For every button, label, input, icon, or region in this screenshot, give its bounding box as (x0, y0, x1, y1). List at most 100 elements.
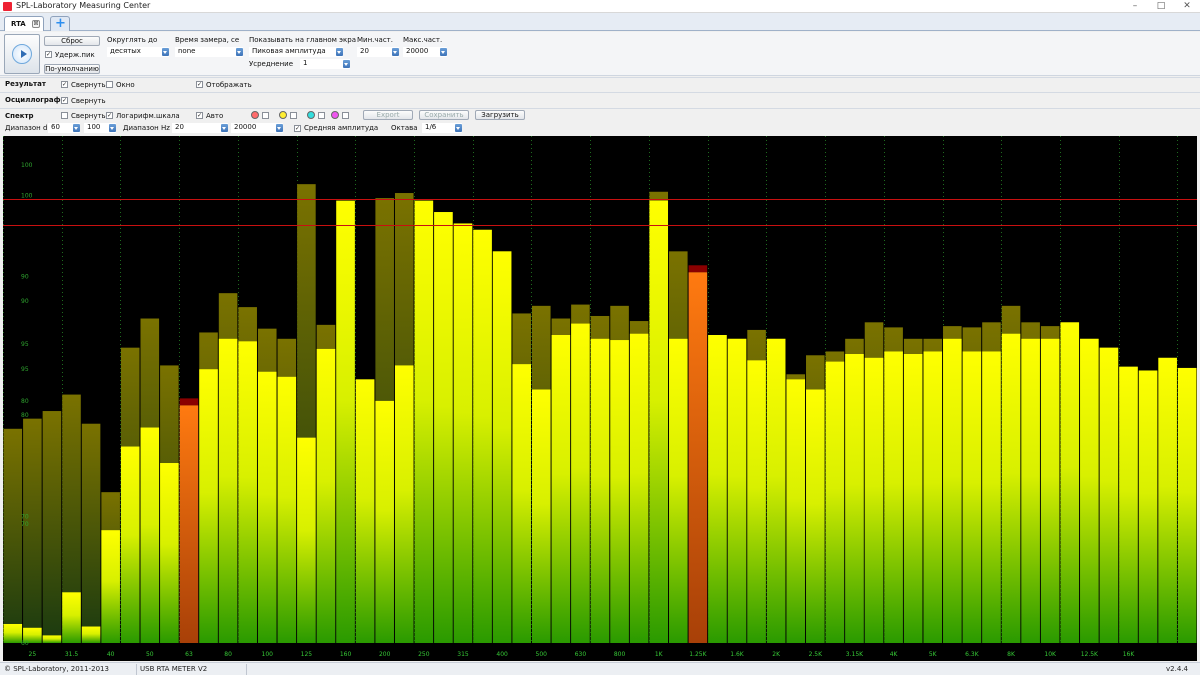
spectrum-bar (375, 400, 394, 643)
defaults-button[interactable]: По-умолчанию (44, 64, 100, 74)
result-window-label: Окно (116, 81, 135, 89)
spectrum-bar (218, 338, 238, 643)
hz-range-label: Диапазон Hz (123, 124, 170, 132)
add-tab-button[interactable]: + (50, 16, 70, 31)
color-yellow-checkbox[interactable] (290, 112, 297, 119)
x-tick-label: 50 (146, 651, 154, 658)
x-tick-label: 8K (1007, 651, 1016, 658)
spectrum-bar (943, 338, 962, 643)
round-select[interactable]: десятых (107, 47, 169, 57)
spectrum-bar (531, 389, 551, 643)
max-freq-label: Макс.част. (403, 36, 443, 44)
round-label: Округлять до (107, 36, 158, 44)
spectrum-bar (3, 623, 23, 643)
color-swatch-cyan[interactable] (307, 111, 315, 119)
x-tick-label: 6.3K (965, 651, 980, 658)
plus-icon: + (55, 16, 66, 31)
averaging-value: 1 (303, 59, 308, 67)
result-collapse-checkbox[interactable]: ✓ (61, 81, 68, 88)
color-swatch-magenta[interactable] (331, 111, 339, 119)
x-tick-label: 315 (457, 651, 469, 658)
avg-amplitude-checkbox[interactable]: ✓ (294, 125, 301, 132)
y-tick-label: 60 (21, 640, 29, 647)
x-tick-label: 12.5K (1081, 651, 1099, 658)
tab-rta[interactable]: RTA ⊠ (4, 16, 44, 31)
auto-checkbox[interactable]: ✓ (196, 112, 203, 119)
hold-peak-checkbox[interactable]: ✓ (45, 51, 52, 58)
max-freq-select[interactable]: 20000 (403, 47, 447, 57)
db-range-label: Диапазон dB (5, 124, 53, 132)
peak-bar (81, 423, 101, 643)
spectrum-bar (1080, 338, 1099, 643)
spectrum-bar (551, 334, 571, 643)
x-tick-label: 100 (262, 651, 274, 658)
spectrum-bar (727, 338, 747, 643)
spectrum-chart[interactable]: 100 100 90 90 95 95 80 80 70 70 60 25 31.5 40 50 63 80 10… (3, 136, 1197, 661)
x-tick-label: 800 (614, 651, 626, 658)
db-max-select[interactable]: 100 (84, 123, 116, 133)
y-tick-label: 100 (21, 193, 33, 200)
log-scale-checkbox[interactable]: ✓ (106, 112, 113, 119)
chevron-down-icon (276, 124, 283, 132)
reset-button[interactable]: Сброс (44, 36, 100, 46)
octave-value: 1/6 (425, 123, 437, 131)
show-label: Показывать на главном экра (249, 36, 356, 44)
device-name: USB RTA METER V2 (140, 665, 208, 673)
chevron-down-icon (162, 48, 169, 56)
close-tab-icon[interactable]: ⊠ (32, 20, 40, 28)
color-swatch-yellow[interactable] (279, 111, 287, 119)
result-window-checkbox[interactable] (106, 81, 113, 88)
osc-collapse-checkbox[interactable]: ✓ (61, 97, 68, 104)
time-value: none (178, 47, 196, 55)
db-min-select[interactable]: 60 (48, 123, 80, 133)
app-logo-icon (3, 2, 12, 11)
averaging-select[interactable]: 1 (300, 59, 350, 69)
spectrum-bar (1119, 366, 1138, 643)
x-tick-label: 3.15K (846, 651, 864, 658)
divider (246, 664, 247, 675)
chevron-down-icon (455, 124, 462, 132)
x-tick-label: 500 (536, 651, 548, 658)
spectrum-svg: 100 100 90 90 95 95 80 80 7070 6025 31.5 40 50 63 80 10… (3, 136, 1197, 661)
spectrum-section-label: Спектр (5, 112, 34, 120)
load-button[interactable]: Загрузить (475, 110, 525, 120)
close-window-button[interactable]: ✕ (1180, 1, 1194, 11)
spectrum-bar (257, 371, 277, 643)
show-select[interactable]: Пиковая амплитуда (249, 47, 343, 57)
spectrum-bar (982, 351, 1001, 643)
spectrum-bar (923, 351, 943, 643)
spectrum-bar (1040, 338, 1060, 643)
chevron-down-icon (109, 124, 116, 132)
spectrum-bar (747, 360, 766, 643)
save-button[interactable]: Сохранить (419, 110, 469, 120)
x-tick-label: 16K (1123, 651, 1136, 658)
export-button[interactable]: Export (363, 110, 413, 120)
minimize-button[interactable]: – (1128, 1, 1142, 11)
spectrum-bar (62, 592, 81, 643)
hz-min-select[interactable]: 20 (172, 123, 228, 133)
color-red-checkbox[interactable] (262, 112, 269, 119)
hz-max-select[interactable]: 20000 (231, 123, 283, 133)
play-button[interactable] (4, 34, 40, 74)
min-freq-select[interactable]: 20 (357, 47, 399, 57)
spectrum-bar (355, 379, 375, 643)
maximize-button[interactable]: □ (1154, 1, 1168, 11)
x-tick-label: 2K (772, 651, 781, 658)
y-tick-label: 80 (21, 398, 29, 405)
result-display-checkbox[interactable]: ✓ (196, 81, 203, 88)
spectrum-bar (42, 635, 62, 643)
divider (0, 92, 1200, 93)
time-select[interactable]: none (175, 47, 243, 57)
result-collapse-label: Свернуть (71, 81, 106, 89)
octave-select[interactable]: 1/6 (422, 123, 462, 133)
max-freq-value: 20000 (406, 47, 429, 55)
y-tick-label: 90 (21, 274, 29, 281)
color-magenta-checkbox[interactable] (342, 112, 349, 119)
color-swatch-red[interactable] (251, 111, 259, 119)
color-cyan-checkbox[interactable] (318, 112, 325, 119)
y-tick-label: 70 (21, 521, 29, 528)
x-tick-label: 2.5K (809, 651, 824, 658)
spectrum-bar (336, 200, 355, 643)
spectrum-bar (101, 530, 120, 643)
spectrum-collapse-checkbox[interactable] (61, 112, 68, 119)
